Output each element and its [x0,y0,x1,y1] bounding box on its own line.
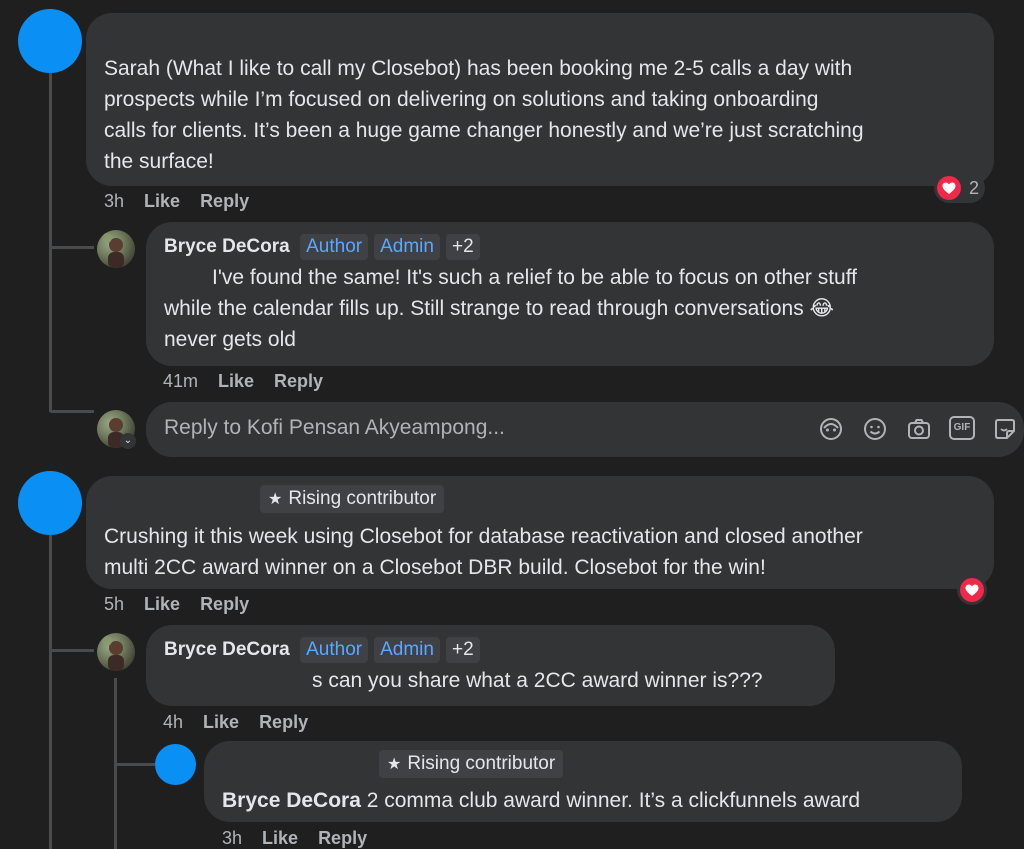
comment-text: Crushing it this week using Closebot for… [104,525,863,579]
commenter-avatar[interactable] [18,471,82,535]
comment-text: I've found the same! It's such a relief … [164,266,858,351]
mention-link[interactable]: Bryce DeCora [222,789,361,812]
comment-bubble: Sarah (What I like to call my Closebot) … [86,13,994,186]
timestamp[interactable]: 41m [163,371,198,391]
timestamp[interactable]: 3h [222,828,242,848]
star-icon: ★ [268,491,283,508]
bryce-avatar[interactable] [97,633,135,671]
reaction-count: 2 [969,177,980,198]
comment-actions: 3h Like Reply [104,191,269,212]
emoji-icon[interactable] [862,416,888,442]
reaction-summary[interactable] [957,575,987,605]
author-name[interactable]: Bryce DeCora [164,236,290,257]
reply-bubble: Bryce DeCora Author Admin +2 I've found th… [146,222,994,366]
comment-text: Sarah (What I like to call my Closebot) … [104,57,864,173]
author-badge: Author [300,637,369,663]
timestamp[interactable]: 4h [163,712,183,732]
more-badges[interactable]: +2 [445,234,480,260]
comment-actions: 5h Like Reply [104,594,269,615]
reaction-summary[interactable]: 2 [934,173,986,203]
thread-line [49,534,52,849]
reply-placeholder: Reply to Kofi Pensan Akyeampong... [164,416,505,439]
reply-button[interactable]: Reply [274,371,323,391]
author-name[interactable]: Bryce DeCora [164,639,290,660]
thread-line [49,72,52,412]
comment-actions: 3h Like Reply [222,828,387,849]
thread-connector [49,410,94,413]
avatar-sticker-icon[interactable] [818,416,844,442]
thread-connector [117,763,155,766]
like-button[interactable]: Like [218,371,254,391]
chevron-down-icon[interactable]: ⌄ [120,433,136,449]
reply-input[interactable]: Reply to Kofi Pensan Akyeampong... GIF [146,402,1024,457]
commenter-avatar[interactable] [155,744,196,785]
reply-bubble: ★ Rising contributor Bryce DeCora 2 comma… [204,741,962,822]
camera-icon[interactable] [906,416,932,442]
like-button[interactable]: Like [262,828,298,848]
thread-connector [52,649,94,652]
star-icon: ★ [387,756,402,773]
timestamp[interactable]: 5h [104,594,124,614]
rising-contributor-badge: ★ Rising contributor [260,485,445,513]
gif-icon[interactable]: GIF [949,416,975,440]
comment-text: Bryce DeCora 2 comma club award winner. … [222,789,861,812]
reply-button[interactable]: Reply [259,712,308,732]
more-badges[interactable]: +2 [445,637,480,663]
reply-button[interactable]: Reply [200,594,249,614]
reply-button[interactable]: Reply [318,828,367,848]
comment-actions: 41m Like Reply [163,371,343,392]
admin-badge: Admin [374,234,440,260]
like-button[interactable]: Like [144,594,180,614]
comment-text: s can you share what a 2CC award winner … [312,669,763,692]
laughing-emoji: 😂 [809,297,835,320]
commenter-avatar[interactable] [18,9,82,73]
sticker-icon[interactable] [992,416,1018,442]
comment-header: Bryce DeCora Author Admin +2 [164,637,835,665]
heart-icon [960,578,984,602]
thread-connector [52,246,94,249]
rising-contributor-badge: ★ Rising contributor [379,750,564,778]
author-badge: Author [300,234,369,260]
like-button[interactable]: Like [203,712,239,732]
reply-button[interactable]: Reply [200,191,249,211]
comment-bubble: ★ Rising contributor Crushing it this wee… [86,476,994,589]
comment-actions: 4h Like Reply [163,712,328,733]
bryce-avatar[interactable] [97,230,135,268]
admin-badge: Admin [374,637,440,663]
timestamp[interactable]: 3h [104,191,124,211]
comment-header: Bryce DeCora Author Admin +2 [164,234,994,262]
reply-bubble: Bryce DeCora Author Admin +2 s can you sha… [146,625,835,706]
like-button[interactable]: Like [144,191,180,211]
heart-icon [937,176,961,200]
